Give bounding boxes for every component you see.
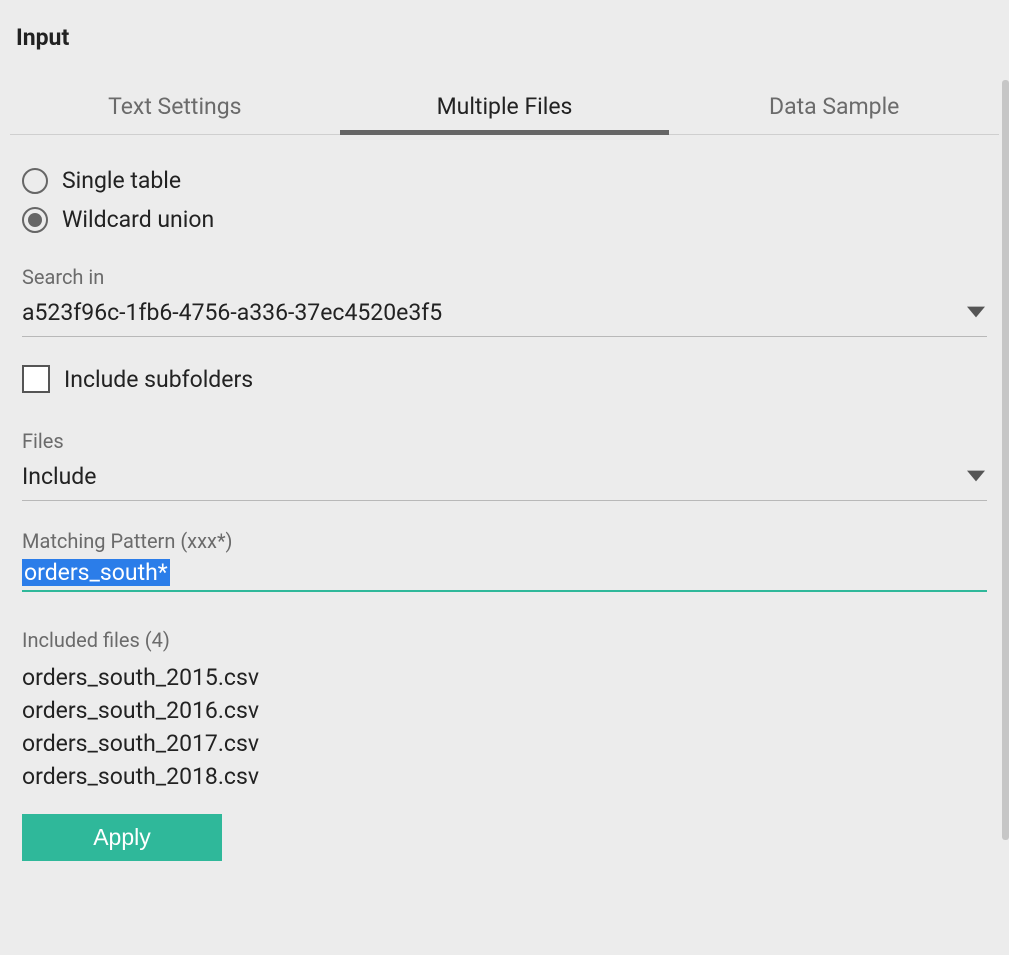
input-panel: Input Text Settings Multiple Files Data … [0,0,1009,955]
scrollbar[interactable] [1002,0,1009,955]
list-item: orders_south_2018.csv [22,763,987,790]
radio-single-table[interactable]: Single table [22,167,987,194]
tabs: Text Settings Multiple Files Data Sample [10,83,999,135]
table-mode-radio-group: Single table Wildcard union [22,167,987,233]
chevron-down-icon [967,303,985,322]
search-in-label: Search in [22,265,987,289]
matching-pattern-value: orders_south* [22,559,170,586]
files-filter-field: Files Include [22,429,987,501]
tab-data-sample[interactable]: Data Sample [669,83,999,134]
radio-icon [22,168,48,194]
checkbox-icon [22,365,50,393]
radio-wildcard-union[interactable]: Wildcard union [22,206,987,233]
radio-icon [22,207,48,233]
panel-title: Input [0,0,1009,51]
search-in-select[interactable]: a523f96c-1fb6-4756-a336-37ec4520e3f5 [22,295,987,337]
files-filter-select[interactable]: Include [22,459,987,501]
matching-pattern-field: Matching Pattern (xxx*) orders_south* [22,529,987,592]
tab-content: Single table Wildcard union Search in a5… [0,135,1009,861]
matching-pattern-input[interactable]: orders_south* [22,559,987,592]
scrollbar-thumb[interactable] [1002,80,1009,840]
tab-text-settings[interactable]: Text Settings [10,83,340,134]
files-filter-label: Files [22,429,987,453]
tab-multiple-files[interactable]: Multiple Files [340,83,670,134]
included-files-label: Included files (4) [22,628,987,652]
radio-label: Single table [62,167,181,194]
matching-pattern-label: Matching Pattern (xxx*) [22,529,987,553]
checkbox-label: Include subfolders [64,366,253,393]
search-in-field: Search in a523f96c-1fb6-4756-a336-37ec45… [22,265,987,337]
apply-button[interactable]: Apply [22,814,222,861]
list-item: orders_south_2015.csv [22,664,987,691]
files-filter-value: Include [22,463,96,490]
include-subfolders-checkbox[interactable]: Include subfolders [22,365,987,393]
included-files-block: Included files (4) orders_south_2015.csv… [22,628,987,861]
list-item: orders_south_2017.csv [22,730,987,757]
list-item: orders_south_2016.csv [22,697,987,724]
included-files-list: orders_south_2015.csv orders_south_2016.… [22,664,987,790]
chevron-down-icon [967,467,985,486]
radio-label: Wildcard union [62,206,214,233]
search-in-value: a523f96c-1fb6-4756-a336-37ec4520e3f5 [22,299,442,326]
